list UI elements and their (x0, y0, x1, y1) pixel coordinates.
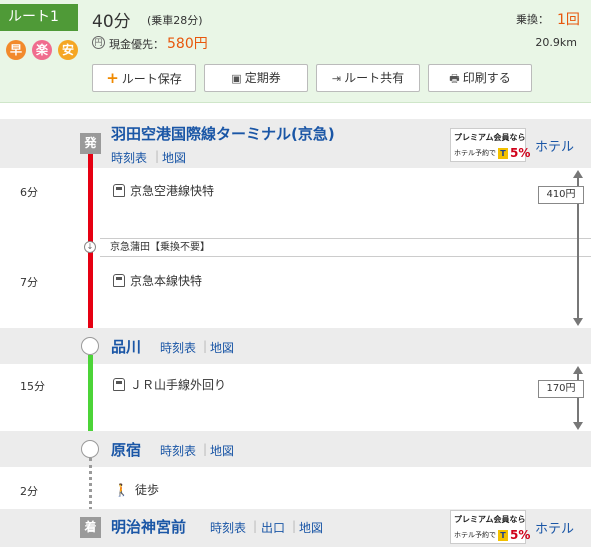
arrival-exit-link[interactable]: 出口 (261, 519, 285, 536)
divider: | (253, 519, 258, 533)
promo-headline: プレミアム会員なら (454, 515, 526, 524)
pass-icon: ▣ (231, 72, 242, 85)
departure-map-link[interactable]: 地図 (162, 149, 186, 166)
divider: | (203, 339, 208, 353)
harajuku-station-name[interactable]: 原宿 (111, 439, 141, 460)
walk-line (89, 458, 92, 516)
print-button[interactable]: 🖶 印刷する (428, 64, 532, 92)
fare-range-arrow-down-icon (573, 422, 583, 430)
hotel-promo-banner[interactable]: プレミアム会員なら ホテル予約で T 5% (450, 510, 530, 544)
station-circle-icon (81, 440, 99, 458)
easy-badge: 楽 (32, 40, 52, 60)
yamanote-line (88, 355, 93, 441)
tpoint-icon: T (498, 529, 508, 541)
ride-time: (乗車28分) (147, 14, 203, 27)
fare-label: 現金優先： (109, 38, 164, 51)
departure-timetable-link[interactable]: 時刻表 (111, 149, 147, 166)
segment1-line-name: 京急空港線快特 (130, 184, 215, 198)
arrival-hotel-link[interactable]: ホテル (535, 518, 574, 537)
segment4-walk: 🚶 徒歩 (114, 481, 159, 498)
segment4-label: 徒歩 (134, 483, 159, 497)
segment2-minutes: 7分 (20, 276, 38, 289)
departure-hotel-link[interactable]: ホテル (535, 136, 574, 155)
print-label: 印刷する (462, 71, 511, 85)
total-time: 40分 (92, 12, 131, 32)
fare-segment1: 410円 (538, 186, 584, 204)
cheap-badge: 安 (58, 40, 78, 60)
segment2-line-name: 京急本線快特 (130, 274, 203, 288)
transfer-label: 乗換： (516, 13, 549, 26)
segment3-line: ＪＲ山手線外回り (113, 376, 226, 393)
shinagawa-timetable-link[interactable]: 時刻表 (160, 339, 196, 356)
printer-icon: 🖶 (449, 72, 460, 85)
route-summary: ルート1 早 楽 安 40分 (乗車28分) 円 現金優先： 580円 乗換： … (0, 0, 591, 103)
segment4-minutes: 2分 (20, 485, 38, 498)
down-arrow-icon: ↓ (84, 241, 96, 253)
fare-value: 580円 (167, 36, 208, 52)
train-icon (113, 378, 125, 391)
save-route-button[interactable]: + ルート保存 (92, 64, 196, 92)
arrival-station-name[interactable]: 明治神宮前 (111, 516, 186, 537)
promo-text: ホテル予約で (454, 149, 496, 157)
segment3-line-name: ＪＲ山手線外回り (130, 378, 227, 392)
route-tab[interactable]: ルート1 (0, 4, 78, 31)
arrival-timetable-link[interactable]: 時刻表 (210, 519, 246, 536)
segment2-line: 京急本線快特 (113, 272, 202, 289)
harajuku-map-link[interactable]: 地図 (210, 442, 234, 459)
station-circle-icon (81, 337, 99, 355)
arrival-map-link[interactable]: 地図 (299, 519, 323, 536)
fast-badge: 早 (6, 40, 26, 60)
yen-icon: 円 (92, 36, 105, 49)
distance: 20.9km (535, 36, 577, 49)
promo-subline: ホテル予約で T 5% (454, 146, 530, 160)
arrival-mark: 着 (80, 517, 101, 538)
promo-percent: 5% (510, 528, 531, 542)
through-stop: 京急蒲田【乗換不要】 (100, 238, 591, 257)
divider: | (203, 442, 208, 456)
segment1-minutes: 6分 (20, 186, 38, 199)
promo-percent: 5% (510, 146, 531, 160)
hotel-promo-banner[interactable]: プレミアム会員なら ホテル予約で T 5% (450, 128, 530, 162)
segment3-minutes: 15分 (20, 380, 45, 393)
train-icon (113, 274, 125, 287)
promo-subline: ホテル予約で T 5% (454, 528, 530, 542)
walk-icon: 🚶 (114, 483, 129, 497)
divider: | (292, 519, 297, 533)
harajuku-timetable-link[interactable]: 時刻表 (160, 442, 196, 459)
commuter-pass-label: 定期券 (244, 71, 281, 85)
fare-range-arrow-down-icon (573, 318, 583, 326)
shinagawa-station-name[interactable]: 品川 (111, 336, 141, 357)
save-route-label: ルート保存 (121, 72, 182, 86)
transfer-count: 1回 (557, 12, 580, 28)
commuter-pass-button[interactable]: ▣ 定期券 (204, 64, 308, 92)
departure-station-name[interactable]: 羽田空港国際線ターミナル(京急) (111, 123, 335, 144)
share-route-label: ルート共有 (344, 71, 405, 85)
plus-icon: + (106, 69, 119, 87)
fare-segment2: 170円 (538, 380, 584, 398)
share-icon: ⇥ (331, 72, 342, 85)
promo-headline: プレミアム会員なら (454, 133, 526, 142)
train-icon (113, 184, 125, 197)
promo-text: ホテル予約で (454, 531, 496, 539)
share-route-button[interactable]: ⇥ ルート共有 (316, 64, 420, 92)
departure-mark: 発 (80, 133, 101, 154)
shinagawa-map-link[interactable]: 地図 (210, 339, 234, 356)
segment1-line: 京急空港線快特 (113, 182, 214, 199)
tpoint-icon: T (498, 147, 508, 159)
divider: | (155, 149, 160, 163)
